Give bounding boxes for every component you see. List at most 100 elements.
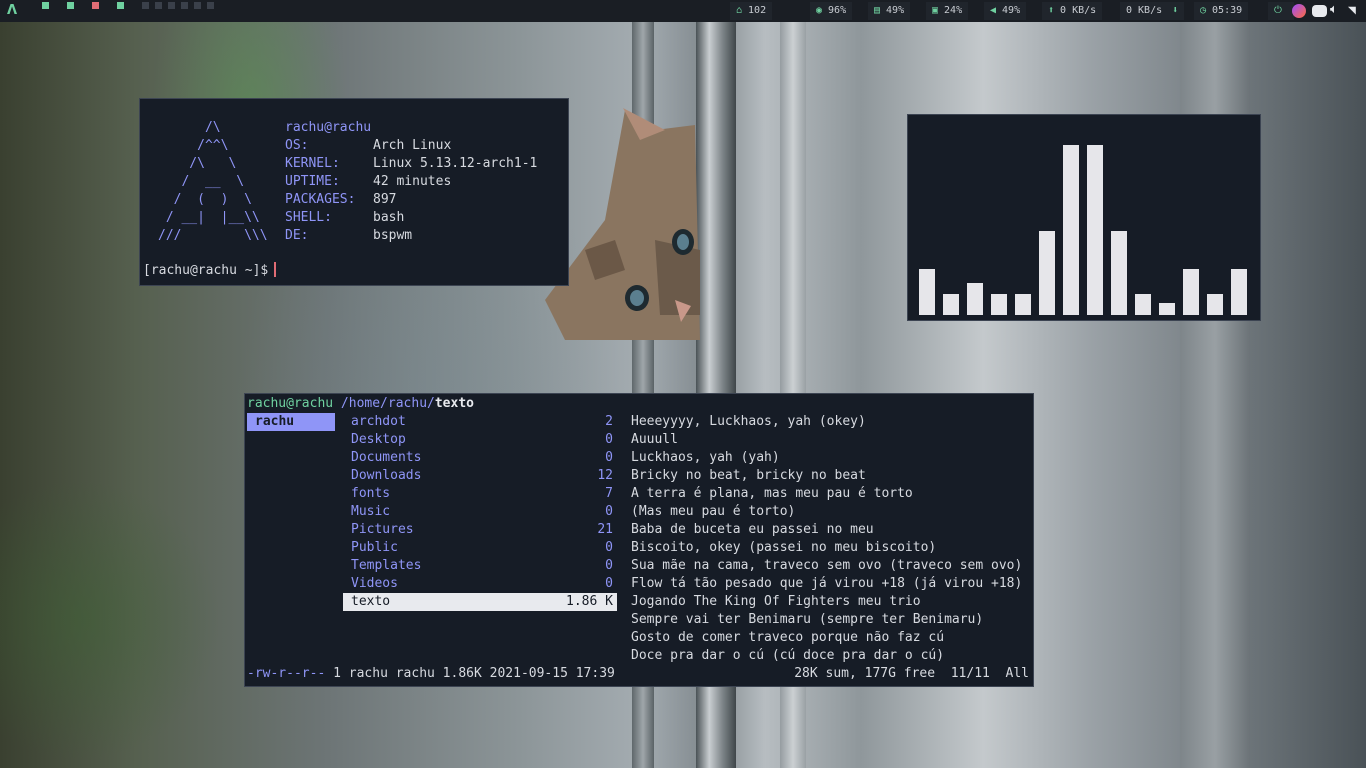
discord-icon[interactable] — [1312, 5, 1327, 17]
directory-row[interactable]: Templates 0 — [343, 557, 617, 575]
info-key: DE: — [285, 228, 309, 243]
power-icon[interactable]: ⏻ — [1274, 5, 1282, 16]
ranger-user: rachu@rachu — [247, 396, 334, 411]
info-row: SHELL: bash — [285, 209, 537, 227]
workspace-indicator[interactable] — [181, 2, 188, 9]
preview-line: Baba de buceta eu passei no meu — [631, 522, 874, 537]
updates-module: ⌂ 102 — [730, 2, 773, 20]
entry-count: 1.86 K — [566, 594, 613, 609]
visualizer-bar — [1159, 303, 1175, 315]
visualizer-bar — [919, 269, 935, 315]
entry-name: Documents — [351, 450, 422, 465]
preview-line: A terra é plana, mas meu pau é torto — [631, 486, 913, 501]
upload-icon: ⬆ — [1048, 5, 1055, 16]
directory-row[interactable]: Music 0 — [343, 503, 617, 521]
info-value: Linux 5.13.12-arch1-1 — [373, 156, 538, 171]
prompt-text: [rachu@rachu ~]$ — [143, 263, 269, 278]
entry-name: Music — [351, 504, 391, 519]
shell-prompt[interactable]: [rachu@rachu ~]$ — [143, 262, 277, 280]
download-module: 0 KB/s ⬇ — [1120, 2, 1185, 20]
visualizer-bar — [1207, 294, 1223, 315]
visualizer-bar — [1063, 145, 1079, 315]
info-value: 42 minutes — [373, 174, 452, 189]
visualizer-bar — [1231, 269, 1247, 315]
status-bar: Λ ⌂ 102 ◉ 96% ▤ 49% ▣ 24% ◀ 49% ⬆ 0 KB/s 0 KB/… — [0, 0, 1366, 22]
workspace-indicator[interactable] — [42, 2, 49, 9]
volume-icon: ◀ — [990, 5, 997, 16]
wifi-icon[interactable]: ◥ — [1348, 3, 1356, 18]
info-key: OS: — [285, 138, 309, 153]
terminal-window[interactable]: /\ /^^\ /\ \ / __ \ / ( ) \ / __| |__\\ … — [139, 98, 569, 286]
file-manager-window[interactable]: rachu@rachu /home/rachu/texto rachu arch… — [244, 393, 1034, 687]
entry-count: 21 — [597, 522, 613, 537]
system-info: rachu@rachu OS: Arch Linux KERNEL: Linux 5.… — [285, 119, 537, 245]
info-key: UPTIME: — [285, 174, 340, 189]
parent-dir-item[interactable]: rachu — [247, 413, 335, 431]
entry-count: 0 — [605, 432, 613, 447]
info-row: KERNEL: Linux 5.13.12-arch1-1 — [285, 155, 537, 173]
preview-line: Jogando The King Of Fighters meu trio — [631, 594, 921, 609]
entry-count: 0 — [605, 504, 613, 519]
preview-line: Biscoito, okey (passei no meu biscoito) — [631, 540, 937, 555]
entry-name: Templates — [351, 558, 422, 573]
info-value: Arch Linux — [373, 138, 452, 153]
file-permissions: -rw-r--r-- — [247, 666, 326, 681]
directory-column: archdot 2 Desktop 0 Documents 0 Downloads 12 fon… — [343, 413, 617, 611]
clock-module: ◷ 05:39 — [1194, 2, 1249, 20]
directory-row[interactable]: archdot 2 — [343, 413, 617, 431]
workspace-indicator[interactable] — [194, 2, 201, 9]
upload-value: 0 KB/s — [1060, 5, 1097, 16]
selected-file-row[interactable]: texto 1.86 K — [343, 593, 617, 611]
firefox-icon[interactable] — [1292, 4, 1306, 18]
arch-logo-icon[interactable]: Λ — [7, 3, 17, 18]
directory-row[interactable]: Videos 0 — [343, 575, 617, 593]
workspace-indicator[interactable] — [142, 2, 149, 9]
memory-module: ▤ 49% — [868, 2, 911, 20]
clock-icon: ◷ — [1200, 5, 1207, 16]
preview-line: (Mas meu pau é torto) — [631, 504, 796, 519]
preview-line: Luckhaos, yah (yah) — [631, 450, 780, 465]
workspace-indicator[interactable] — [117, 2, 124, 9]
preview-line: Flow tá tão pesado que já virou +18 (já … — [631, 576, 1023, 591]
download-value: 0 KB/s — [1126, 5, 1163, 16]
speaker-icon[interactable]: 🔈︎ — [1330, 2, 1338, 17]
directory-row[interactable]: fonts 7 — [343, 485, 617, 503]
workspace-indicator[interactable] — [67, 2, 74, 9]
volume-value: 49% — [1002, 5, 1021, 16]
preview-line: Bricky no beat, bricky no beat — [631, 468, 866, 483]
entry-name: Videos — [351, 576, 398, 591]
arch-ascii-logo: /\ /^^\ /\ \ / __ \ / ( ) \ / __| |__\\ … — [158, 120, 268, 243]
workspace-indicator[interactable] — [207, 2, 214, 9]
upload-module: ⬆ 0 KB/s — [1042, 2, 1103, 20]
info-key: KERNEL: — [285, 156, 340, 171]
info-value: bspwm — [373, 228, 413, 243]
cpu-icon: ◉ — [816, 5, 823, 16]
workspace-indicator[interactable] — [92, 2, 99, 9]
directory-row[interactable]: Downloads 12 — [343, 467, 617, 485]
entry-name: Desktop — [351, 432, 406, 447]
info-key: PACKAGES: — [285, 192, 356, 207]
workspace-indicator[interactable] — [168, 2, 175, 9]
memory-icon: ▤ — [874, 5, 881, 16]
directory-row[interactable]: Desktop 0 — [343, 431, 617, 449]
clock-value: 05:39 — [1212, 5, 1243, 16]
visualizer-bar — [943, 294, 959, 315]
directory-row[interactable]: Documents 0 — [343, 449, 617, 467]
download-icon: ⬇ — [1172, 5, 1179, 16]
info-row: UPTIME: 42 minutes — [285, 173, 537, 191]
power-module[interactable]: ⏻ — [1268, 2, 1294, 20]
disk-summary: 28K sum, 177G free 11/11 All — [794, 666, 1029, 681]
directory-row[interactable]: Pictures 21 — [343, 521, 617, 539]
info-key: SHELL: — [285, 210, 332, 225]
directory-row[interactable]: Public 0 — [343, 539, 617, 557]
info-row: PACKAGES: 897 — [285, 191, 537, 209]
ranger-current-file: texto — [434, 396, 474, 411]
visualizer-bar — [991, 294, 1007, 315]
entry-count: 2 — [605, 414, 613, 429]
volume-module[interactable]: ◀ 49% — [984, 2, 1027, 20]
disk-module: ▣ 24% — [926, 2, 969, 20]
entry-count: 7 — [605, 486, 613, 501]
preview-column: Heeeyyyy, Luckhaos, yah (okey) Auuull Luck… — [631, 413, 1031, 665]
workspace-indicator[interactable] — [155, 2, 162, 9]
updates-count: 102 — [748, 5, 767, 16]
